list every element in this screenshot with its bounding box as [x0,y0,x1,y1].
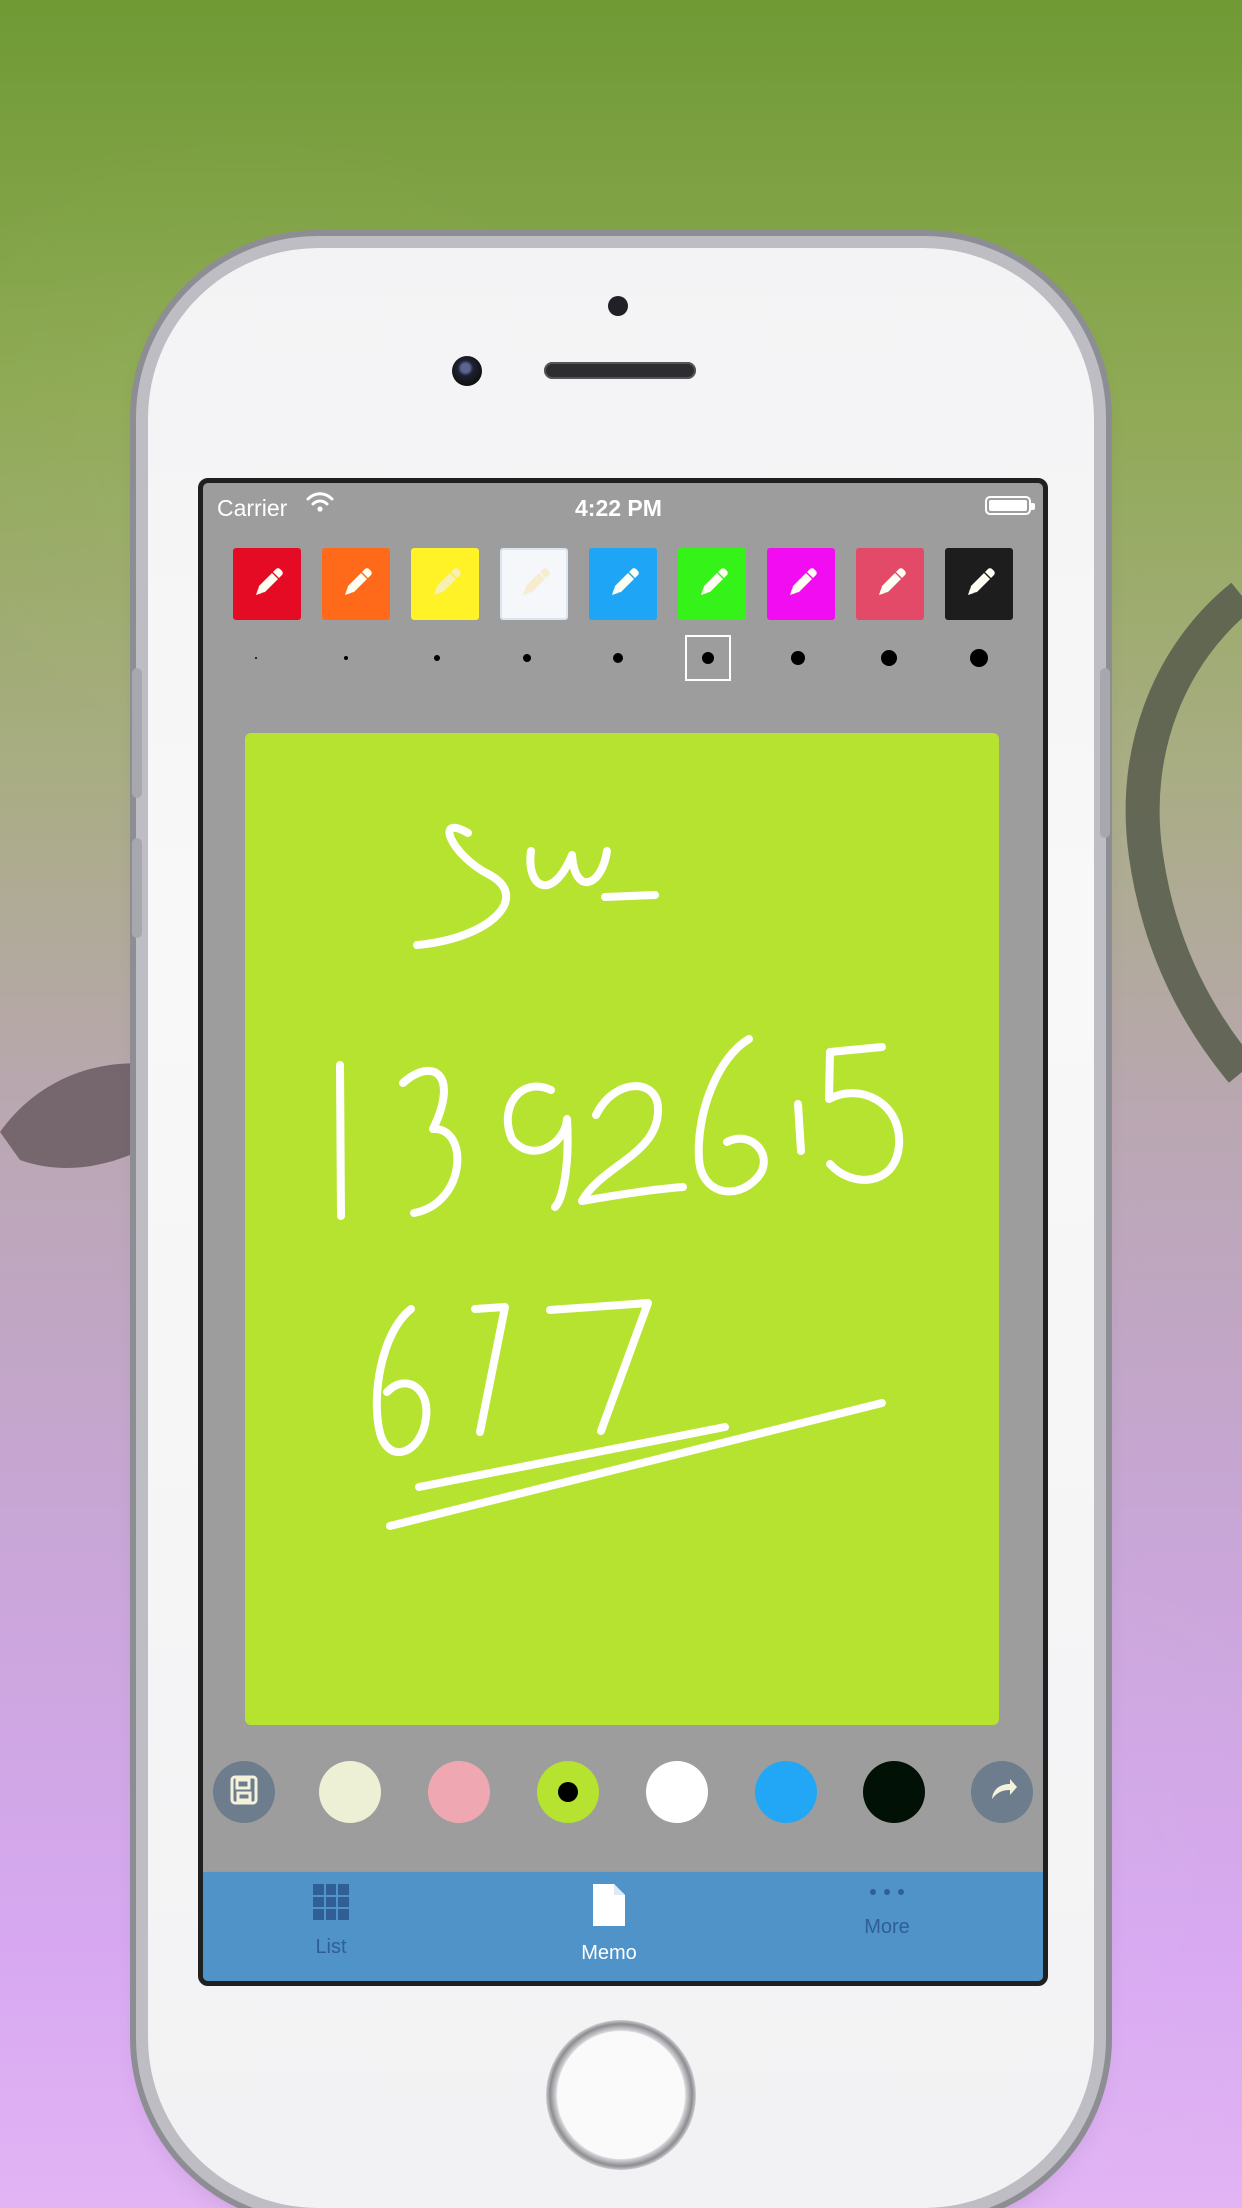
pen-color-magenta[interactable] [767,548,835,620]
brush-size-dot [791,651,805,665]
carrier-label: Carrier [217,495,288,521]
pencil-icon [248,565,286,603]
battery-icon [985,496,1035,515]
brush-size-dot [970,649,988,667]
tab-memo[interactable]: Memo [519,1882,699,1972]
brush-size-7[interactable] [775,635,821,681]
brush-size-dot [702,652,714,664]
pen-color-yellow[interactable] [411,548,479,620]
grid-icon [241,1882,421,1928]
color-swatch[interactable] [863,1761,925,1823]
tab-label: Memo [581,1942,637,1964]
share-button[interactable] [971,1761,1033,1823]
pencil-icon [604,565,642,603]
color-swatch[interactable] [755,1761,817,1823]
side-button-left-bottom [132,838,142,938]
brush-size-3[interactable] [414,635,460,681]
pen-color-blue[interactable] [589,548,657,620]
tab-label: More [864,1916,910,1938]
pencil-icon [515,565,553,603]
brush-size-5[interactable] [595,635,641,681]
pencil-icon [426,565,464,603]
pencil-icon [693,565,731,603]
tab-more[interactable]: More [797,1882,977,1972]
brush-size-dot [434,655,440,661]
side-button-right [1100,668,1110,838]
app-screen: Carrier 4:22 PM List Memo More [198,478,1048,1986]
front-sensor [608,296,628,316]
earpiece-speaker [544,362,696,379]
color-swatch[interactable] [428,1761,490,1823]
brush-size-2[interactable] [323,635,369,681]
pen-color-green[interactable] [678,548,746,620]
tab-bar: List Memo More [203,1871,1043,1981]
brush-size-4[interactable] [504,635,550,681]
pen-color-orange[interactable] [322,548,390,620]
handwriting-layer [336,823,904,1530]
brush-size-1[interactable] [233,635,279,681]
brush-size-toolbar [233,635,1023,687]
status-bar: Carrier 4:22 PM [203,483,1043,539]
wifi-icon [306,491,334,518]
brush-size-dot [255,657,257,659]
pen-color-red[interactable] [233,548,301,620]
home-button[interactable] [546,2020,696,2170]
status-time: 4:22 PM [575,495,662,521]
more-icon [797,1882,977,1908]
selected-indicator-icon [558,1782,578,1802]
phone-frame: Carrier 4:22 PM List Memo More [132,248,1110,2208]
tab-label: List [315,1936,347,1958]
bottom-toolbar [213,1761,1033,1827]
share-icon [983,1771,1021,1814]
brush-size-dot [881,650,897,666]
color-swatch[interactable] [319,1761,381,1823]
color-swatch[interactable] [646,1761,708,1823]
save-icon [227,1773,261,1812]
brush-size-dot [613,653,623,663]
pencil-icon [337,565,375,603]
pen-color-rose[interactable] [856,548,924,620]
tab-list[interactable]: List [241,1882,421,1972]
front-camera [452,356,482,386]
document-icon [519,1882,699,1934]
brush-size-dot [344,656,348,660]
save-button[interactable] [213,1761,275,1823]
pen-color-toolbar [233,548,1013,620]
pen-color-white[interactable] [500,548,568,620]
drawing-canvas[interactable] [245,733,999,1725]
brush-size-dot [523,654,531,662]
pencil-icon [960,565,998,603]
pencil-icon [871,565,909,603]
pen-color-black[interactable] [945,548,1013,620]
side-button-left-top [132,668,142,798]
brush-size-8[interactable] [866,635,912,681]
brush-size-9[interactable] [956,635,1002,681]
pencil-icon [782,565,820,603]
selected-color-swatch[interactable] [537,1761,599,1823]
brush-size-6[interactable] [685,635,731,681]
